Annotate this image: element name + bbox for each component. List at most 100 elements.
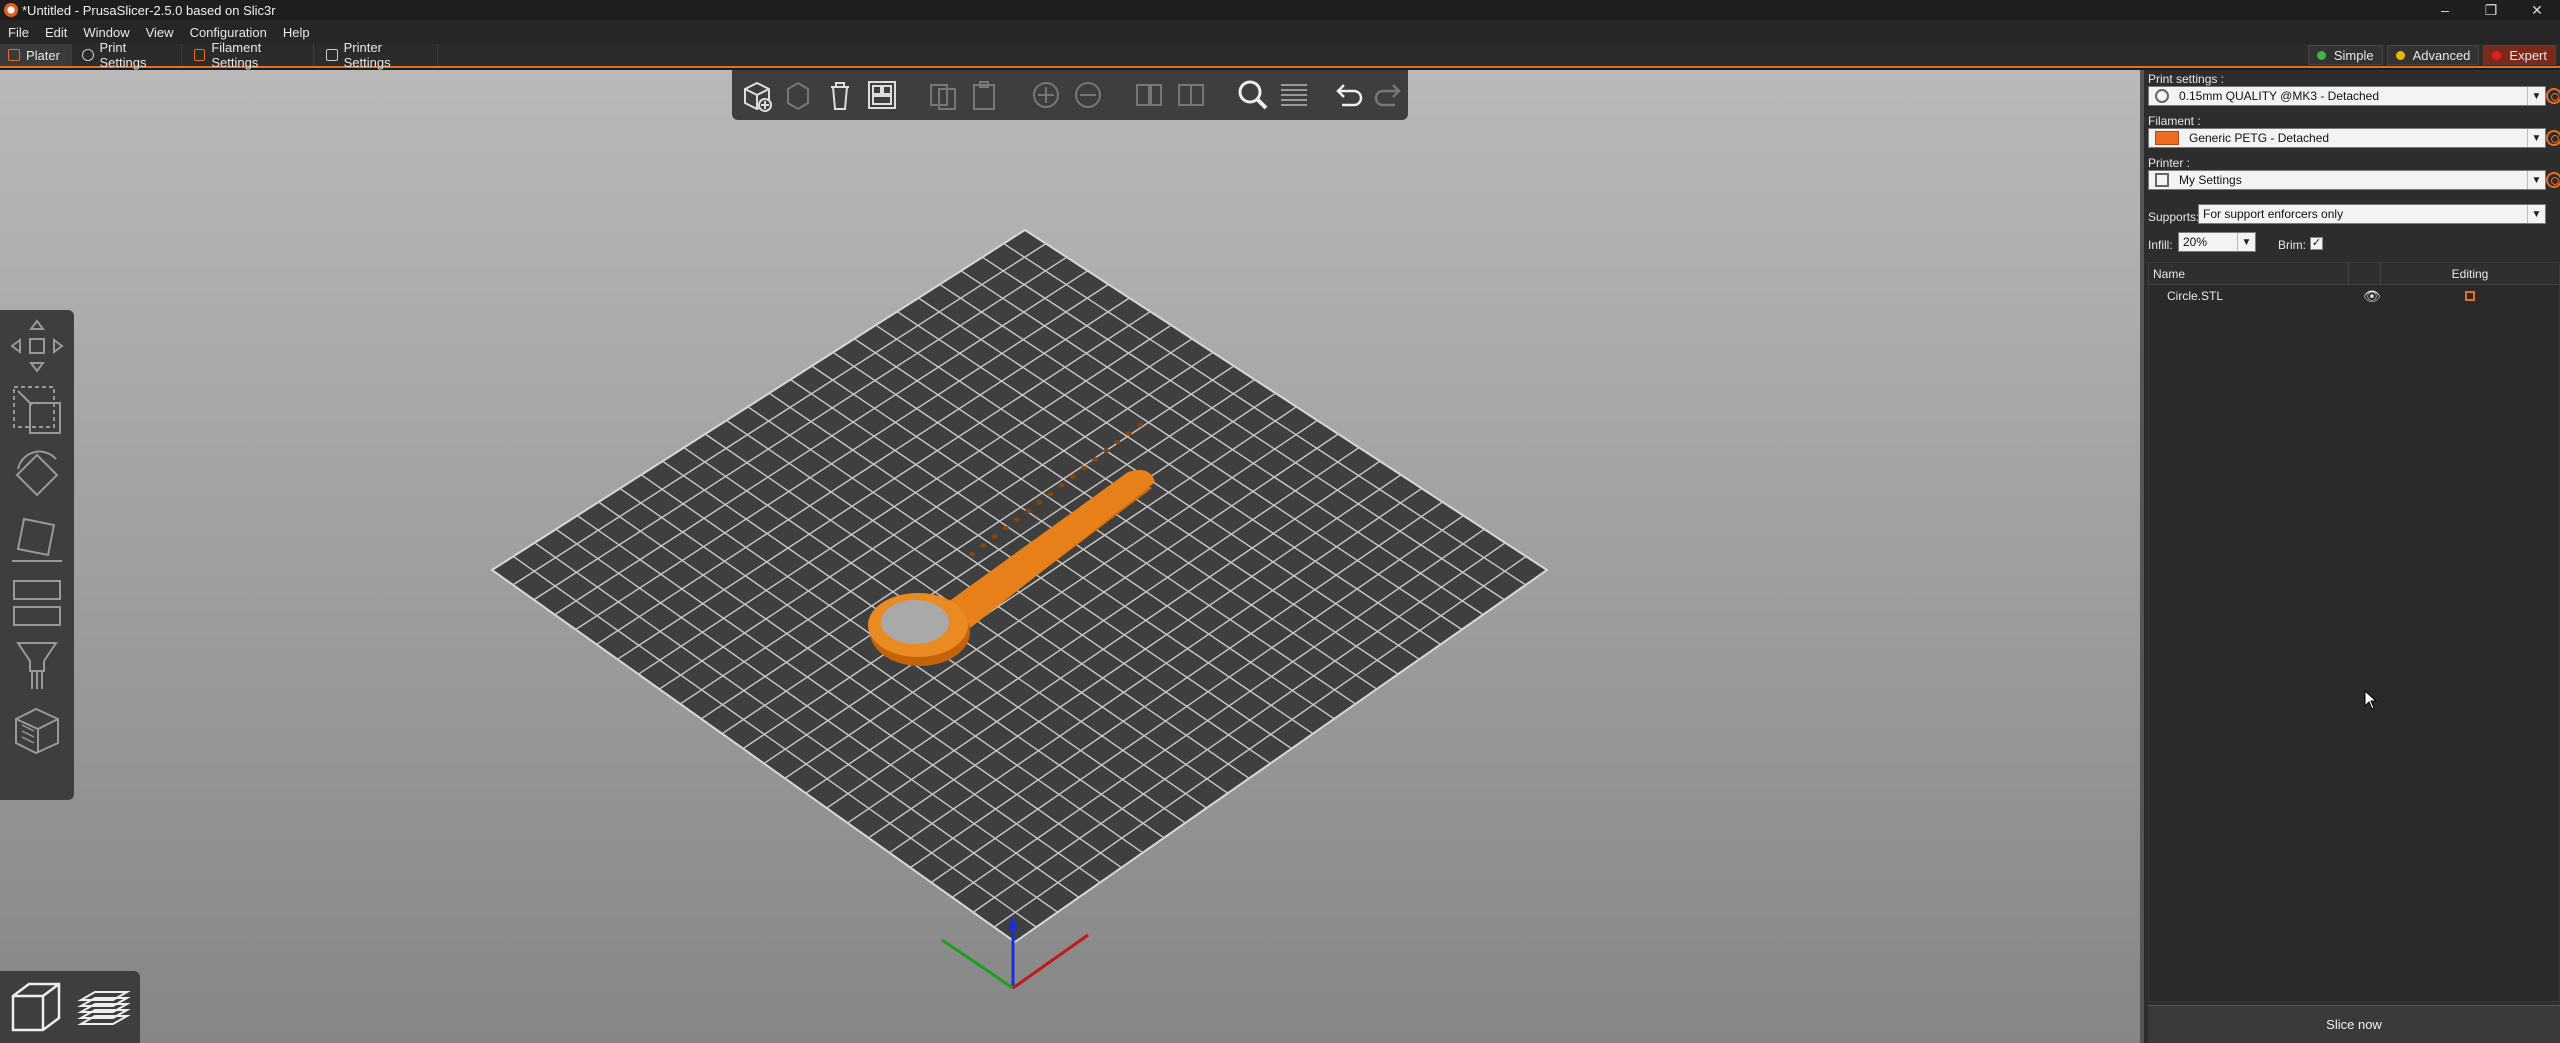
add-icon [743, 81, 772, 112]
build-plate-scene[interactable] [0, 70, 2140, 1043]
tab-print-settings[interactable]: Print Settings [74, 40, 182, 70]
supports-combo[interactable]: For support enforcers only ▼ [2198, 204, 2546, 224]
printer-combo[interactable]: My Settings ▼ [2148, 170, 2546, 190]
tab-printer-settings[interactable]: Printer Settings [318, 40, 438, 70]
layers-editing-button[interactable] [1275, 75, 1313, 115]
strap-hole [1047, 491, 1054, 496]
strap-hole [1013, 517, 1020, 522]
advanced-mode-dot-icon [2395, 50, 2405, 60]
object-list: Name Editing Circle.STL 👁 [2148, 262, 2560, 1002]
place-on-face-tool-button[interactable] [6, 508, 68, 568]
print-settings-icon [82, 49, 94, 61]
split-parts-button[interactable] [1172, 75, 1210, 115]
title-bar: *Untitled - PrusaSlicer-2.5.0 based on S… [0, 0, 2560, 20]
supports-value: For support enforcers only [2203, 207, 2344, 221]
redo-icon [1375, 84, 1402, 107]
menu-file[interactable]: File [0, 25, 37, 40]
menu-help[interactable]: Help [275, 25, 318, 40]
paste-button[interactable] [966, 75, 1004, 115]
chevron-down-icon: ▼ [2527, 129, 2545, 147]
mode-simple-button[interactable]: Simple [2307, 45, 2383, 65]
scale-icon [13, 386, 61, 434]
menu-configuration[interactable]: Configuration [182, 25, 275, 40]
close-button[interactable]: ✕ [2514, 0, 2560, 20]
eye-icon[interactable]: 👁 [2363, 288, 2381, 305]
3d-viewport[interactable] [0, 70, 2140, 1043]
name-column-header[interactable]: Name [2149, 263, 2349, 284]
undo-button[interactable] [1329, 75, 1367, 115]
x-axis [1012, 933, 1089, 990]
slice-now-button[interactable]: Slice now [2148, 1005, 2560, 1043]
printer-icon [326, 49, 338, 61]
mouse-cursor-icon [2364, 690, 2378, 710]
brim-label: Brim: [2278, 238, 2306, 252]
menu-edit[interactable]: Edit [37, 25, 75, 40]
strap-hole [1081, 465, 1087, 471]
delete-button[interactable] [780, 75, 818, 115]
edit-object-icon[interactable] [2465, 291, 2475, 301]
menu-window[interactable]: Window [75, 25, 137, 40]
print-settings-combo[interactable]: 0.15mm QUALITY @MK3 - Detached ▼ [2148, 86, 2546, 106]
filament-edit-gear-icon[interactable] [2546, 130, 2560, 146]
split-parts-icon [1177, 84, 1204, 106]
undo-icon [1335, 84, 1362, 107]
chevron-down-icon: ▼ [2527, 171, 2545, 189]
prusaslicer-logo-icon [4, 3, 18, 17]
seam-paint-tool-button[interactable] [6, 700, 68, 760]
editing-column-header[interactable]: Editing [2381, 263, 2559, 284]
split-objects-button[interactable] [1131, 75, 1169, 115]
mode-expert-button[interactable]: Expert [2483, 45, 2556, 65]
delete-all-button[interactable] [821, 75, 859, 115]
support-paint-icon [16, 642, 58, 689]
search-button[interactable] [1234, 75, 1272, 115]
preview-button[interactable] [74, 976, 134, 1038]
arrange-icon [867, 81, 896, 109]
support-paint-tool-button[interactable] [6, 636, 68, 696]
printer-label: Printer : [2148, 156, 2191, 170]
redo-button[interactable] [1371, 75, 1409, 115]
cut-tool-button[interactable] [6, 572, 68, 632]
add-button[interactable] [738, 75, 776, 115]
strap-hole [1058, 483, 1065, 488]
tab-filament-settings[interactable]: Filament Settings [186, 40, 314, 70]
move-tool-button[interactable] [6, 316, 68, 376]
filament-color-swatch[interactable] [2155, 131, 2179, 145]
print-settings-value: 0.15mm QUALITY @MK3 - Detached [2179, 89, 2380, 103]
printer-edit-gear-icon[interactable] [2546, 172, 2560, 188]
seam-paint-icon [15, 707, 59, 755]
arrange-button[interactable] [863, 75, 901, 115]
filament-combo[interactable]: Generic PETG - Detached ▼ [2148, 128, 2546, 148]
mode-expert-label: Expert [2509, 47, 2547, 63]
brim-checkbox[interactable]: ✓ [2310, 237, 2323, 250]
visibility-column-header[interactable] [2349, 263, 2381, 284]
tab-plater[interactable]: Plater [0, 44, 72, 66]
strap-hole [1036, 500, 1043, 505]
move-icon [10, 319, 64, 373]
left-gizmo-toolbar [0, 310, 74, 800]
printer-value: My Settings [2179, 173, 2242, 187]
copy-button[interactable] [924, 75, 962, 115]
mode-advanced-button[interactable]: Advanced [2386, 45, 2480, 65]
mode-advanced-label: Advanced [2412, 47, 2471, 63]
menu-view[interactable]: View [138, 25, 182, 40]
object-name: Circle.STL [2167, 289, 2224, 303]
add-instance-button[interactable] [1027, 75, 1065, 115]
layers-editing-icon [1281, 84, 1308, 106]
strap-hole [1114, 440, 1121, 445]
infill-combo[interactable]: 20% ▼ [2178, 232, 2256, 252]
print-settings-edit-gear-icon[interactable] [2546, 88, 2560, 104]
rotate-tool-button[interactable] [6, 444, 68, 504]
object-list-row[interactable]: Circle.STL 👁 [2149, 285, 2559, 307]
right-sidebar: Print settings : 0.15mm QUALITY @MK3 - D… [2140, 70, 2560, 1043]
filament-icon [194, 49, 206, 61]
remove-instance-button[interactable] [1069, 75, 1107, 115]
scale-tool-button[interactable] [6, 380, 68, 440]
printer-combo-icon [2155, 173, 2169, 187]
3d-view-button[interactable] [6, 976, 66, 1038]
copy-icon [930, 84, 957, 110]
place-on-face-icon [12, 517, 62, 562]
restore-button[interactable]: ❐ [2468, 0, 2514, 20]
print-settings-combo-icon [2155, 89, 2169, 103]
minimize-button[interactable]: – [2422, 0, 2468, 20]
infill-label: Infill: [2148, 238, 2173, 252]
